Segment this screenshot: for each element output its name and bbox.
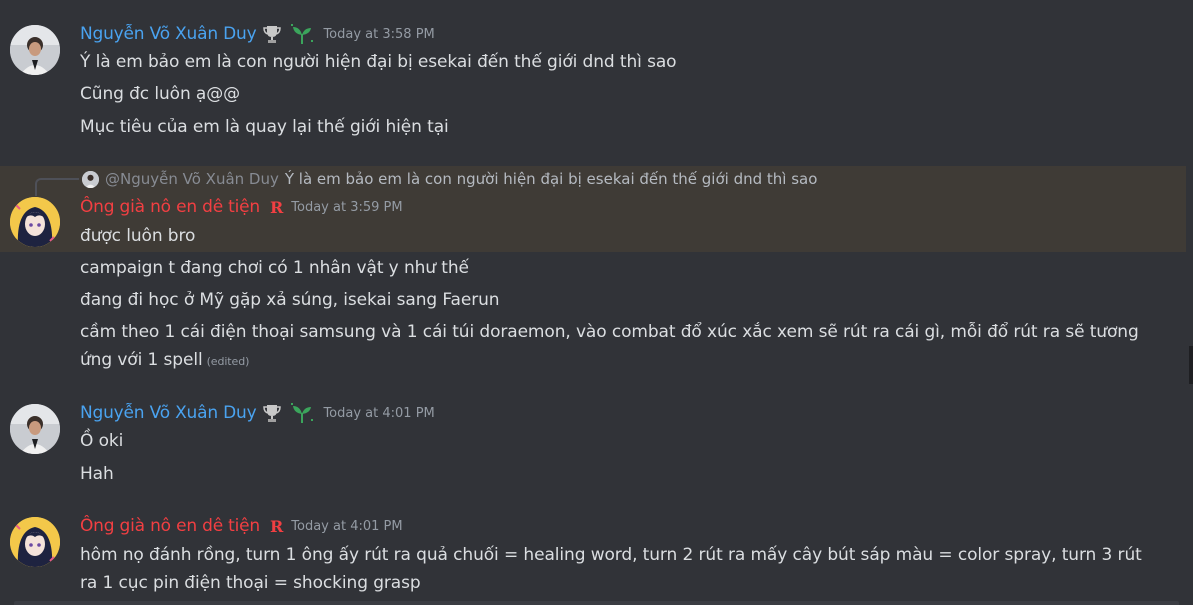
username[interactable]: Ông già nô en dê tiện <box>80 516 260 536</box>
message-text: hôm nọ đánh rồng, turn 1 ông ấy rút ra q… <box>80 545 1142 565</box>
message-header: Ông già nô en dê tiện R Today at 4:01 PM <box>80 516 403 536</box>
message-text: ra 1 cục pin điện thoại = shocking grasp <box>80 573 421 593</box>
role-badge-icon[interactable]: R <box>270 517 283 536</box>
scrollbar-thumb[interactable] <box>1189 346 1193 384</box>
timestamp[interactable]: Today at 4:01 PM <box>291 519 402 534</box>
composer-edge <box>14 601 1179 605</box>
message-group-4: Ông già nô en dê tiện R Today at 4:01 PM… <box>0 0 1186 600</box>
avatar[interactable] <box>10 517 60 567</box>
